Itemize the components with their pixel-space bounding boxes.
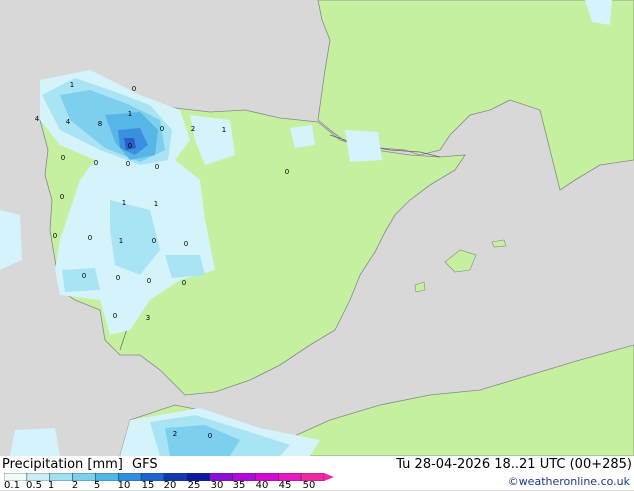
contour-label: 0 xyxy=(182,279,186,287)
contour-label: 0 xyxy=(113,312,117,320)
contour-label: 1 xyxy=(119,237,123,245)
legend-title: Precipitation [mm] xyxy=(2,457,123,472)
contour-label: 0 xyxy=(152,237,156,245)
contour-label: 0 xyxy=(126,160,130,168)
scale-tick: 0.5 xyxy=(26,480,42,491)
contour-label: 0 xyxy=(155,163,159,171)
contour-label: 0 xyxy=(208,432,212,440)
contour-label: 8 xyxy=(98,120,102,128)
contour-label: 0 xyxy=(147,277,151,285)
credit-link[interactable]: ©weatheronline.co.uk xyxy=(508,475,630,488)
contour-label: 2 xyxy=(173,430,177,438)
contour-label: 1 xyxy=(222,126,226,134)
contour-label: 1 xyxy=(70,81,74,89)
contour-label: 4 xyxy=(35,115,40,123)
scale-tick: 10 xyxy=(117,480,131,491)
scale-tick: 30 xyxy=(210,480,224,491)
contour-label: 0 xyxy=(160,125,164,133)
contour-label: 0 xyxy=(116,274,120,282)
scale-tick: 2 xyxy=(71,480,79,491)
scale-tick: 20 xyxy=(163,480,177,491)
model-name: GFS xyxy=(132,457,158,472)
scale-tick: 35 xyxy=(232,480,246,491)
contour-label: 2 xyxy=(191,125,195,133)
contour-label: 0 xyxy=(285,168,289,176)
scale-tick: 15 xyxy=(141,480,155,491)
scale-arrow xyxy=(324,473,334,481)
contour-label: 0 xyxy=(61,154,65,162)
scale-tick: 45 xyxy=(278,480,292,491)
contour-label: 1 xyxy=(154,200,158,208)
scale-tick: 1 xyxy=(47,480,55,491)
scale-tick: 0.1 xyxy=(4,480,20,491)
forecast-datetime: Tu 28-04-2026 18..21 UTC (00+285) xyxy=(396,457,632,472)
contour-label: 0 xyxy=(82,272,86,280)
scale-tick: 5 xyxy=(93,480,101,491)
contour-label: 0 xyxy=(184,240,188,248)
contour-label: 0 xyxy=(132,85,136,93)
contour-label: 3 xyxy=(146,314,150,322)
contour-label: 1 xyxy=(128,110,132,118)
contour-label: 0 xyxy=(60,193,64,201)
contour-label: 0 xyxy=(53,232,57,240)
precipitation-map: 1 0 4 4 8 1 0 0 2 0 0 0 0 0 1 0 1 1 0 0 1 0 0 0 0 0 0 0 3 2 0 xyxy=(0,0,634,456)
scale-tick: 50 xyxy=(302,480,316,491)
contour-label: 1 xyxy=(122,199,126,207)
contour-label: 0 xyxy=(94,159,98,167)
contour-label: 0 xyxy=(88,234,92,242)
contour-label: 0 xyxy=(128,142,132,150)
contour-label: 4 xyxy=(66,118,71,126)
scale-tick: 40 xyxy=(255,480,269,491)
scale-tick: 25 xyxy=(187,480,201,491)
